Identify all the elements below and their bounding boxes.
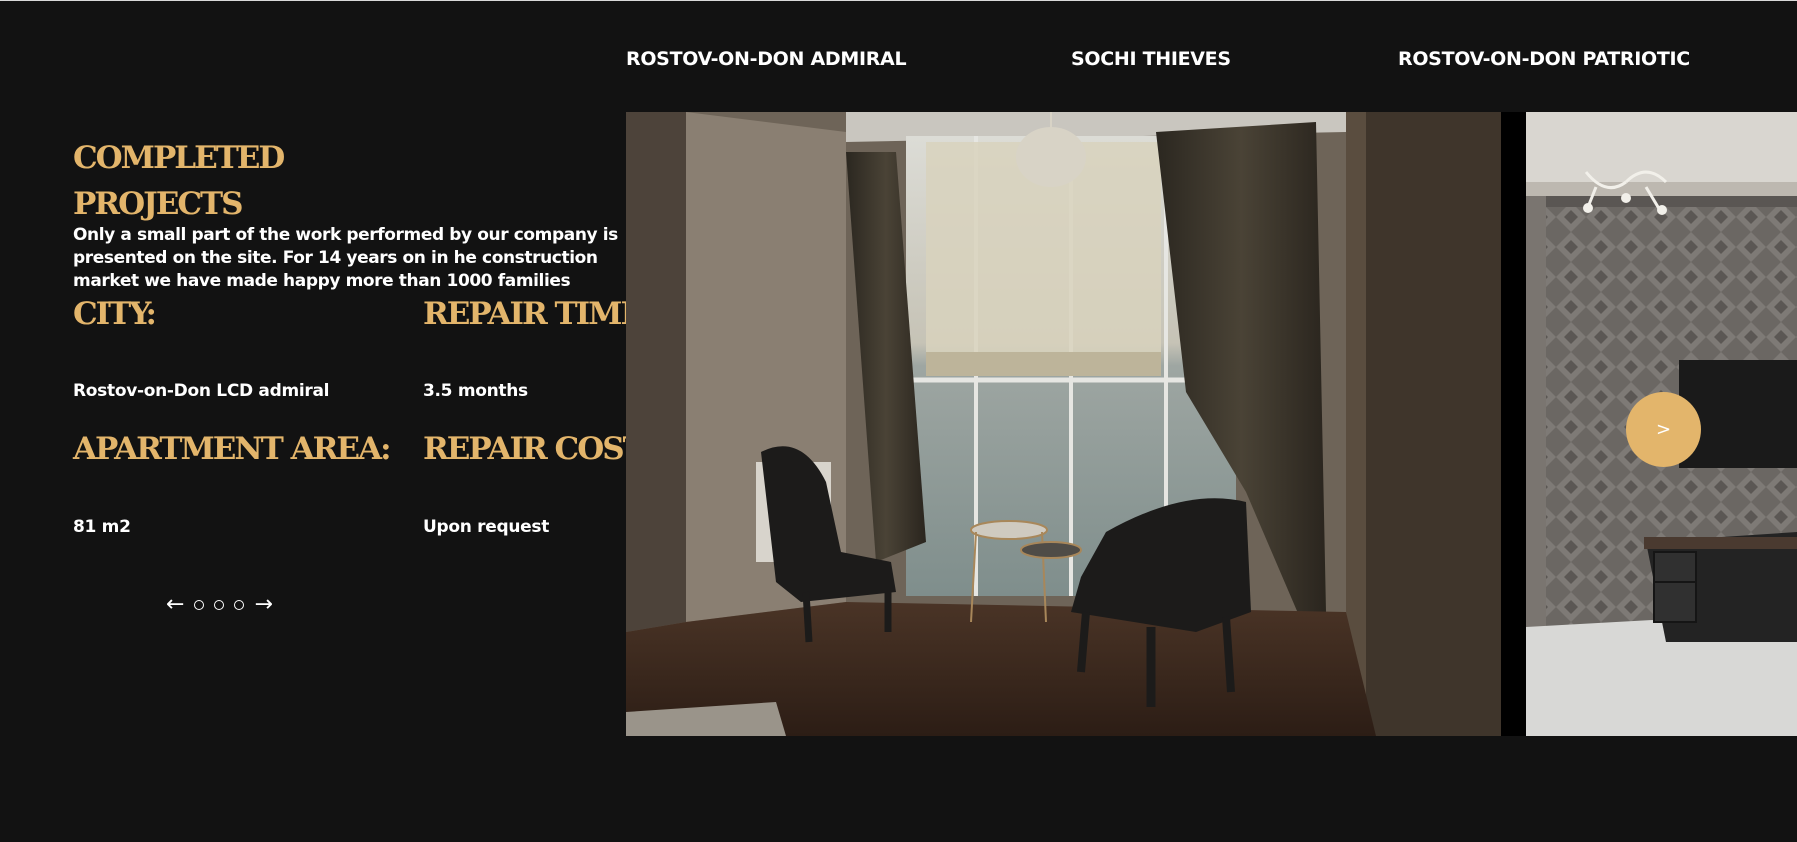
apartment-area-label: APARTMENT AREA: bbox=[73, 431, 392, 467]
project-pager: ← → bbox=[166, 594, 273, 616]
chevron-right-icon: > bbox=[1655, 419, 1672, 440]
city-label: CITY: bbox=[73, 296, 157, 332]
tab-rostov-admiral[interactable]: ROSTOV-ON-DON ADMIRAL bbox=[626, 48, 907, 70]
project-photo-living-room bbox=[626, 112, 1501, 736]
top-border bbox=[0, 0, 1797, 1]
pager-dot[interactable] bbox=[214, 600, 225, 610]
pager-dot[interactable] bbox=[234, 600, 245, 610]
page-title: COMPLETED PROJECTS bbox=[73, 140, 285, 222]
arrow-left-icon[interactable]: ← bbox=[166, 594, 184, 616]
pager-dot[interactable] bbox=[194, 600, 205, 610]
slider-next-button[interactable]: > bbox=[1626, 392, 1701, 467]
photo-divider bbox=[1501, 112, 1526, 736]
apartment-area-value: 81 m2 bbox=[73, 517, 131, 537]
intro-description: Only a small part of the work performed … bbox=[73, 225, 618, 291]
city-value: Rostov-on-Don LCD admiral bbox=[73, 381, 330, 401]
repair-time-label: REPAIR TIME: bbox=[423, 296, 654, 332]
tab-sochi-thieves[interactable]: SOCHI THIEVES bbox=[1071, 48, 1231, 70]
repair-cost-value: Upon request bbox=[423, 517, 550, 537]
arrow-right-icon[interactable]: → bbox=[254, 594, 272, 616]
repair-time-value: 3.5 months bbox=[423, 381, 528, 401]
repair-cost-label: REPAIR COST: bbox=[423, 431, 654, 467]
tab-rostov-patriotic[interactable]: ROSTOV-ON-DON PATRIOTIC bbox=[1398, 48, 1690, 70]
